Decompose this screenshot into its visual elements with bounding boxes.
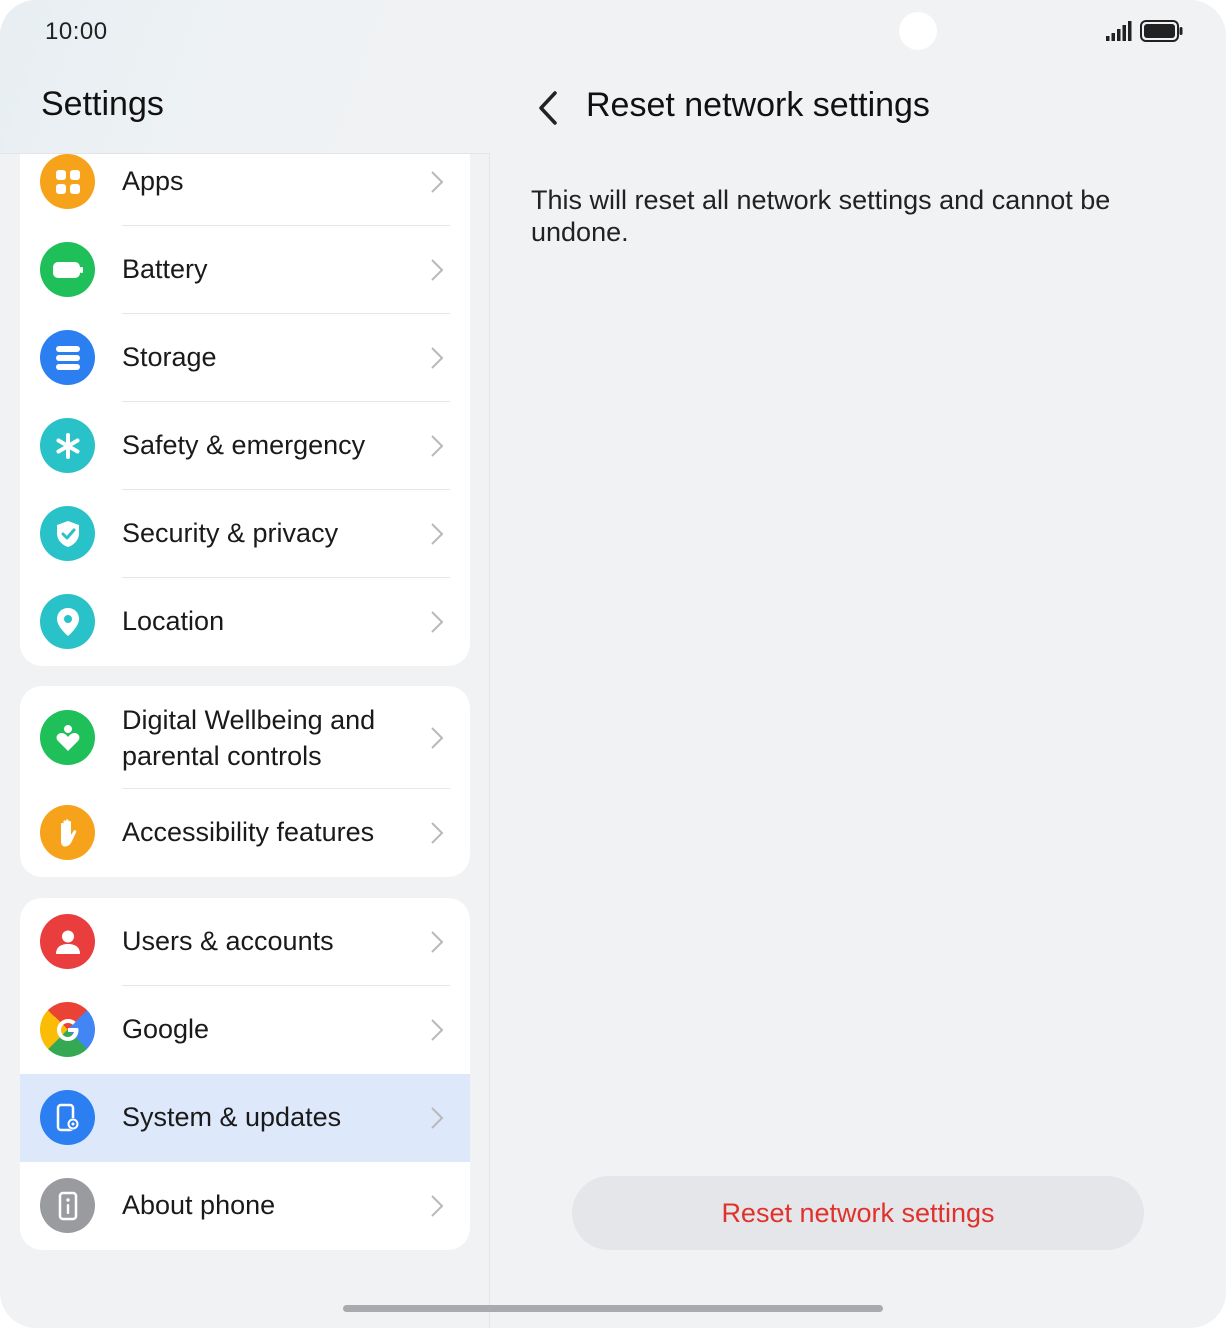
chevron-right-icon [431,822,444,844]
user-icon [40,914,95,969]
sidebar-item-label: About phone [122,1190,276,1220]
asterisk-icon [40,418,95,473]
chevron-right-icon [431,1019,444,1041]
settings-group-wellbeing: Digital Wellbeing and parental controls … [20,686,470,877]
status-time: 10:00 [45,18,108,45]
sidebar-item-label: Accessibility features [122,817,375,847]
settings-group-accounts: Users & accounts Google System & updates [20,898,470,1250]
sidebar-item-about-phone[interactable]: About phone [20,1162,470,1250]
sidebar-item-label: Digital Wellbeing and parental controls [122,705,376,771]
settings-group-device: Apps Battery Storage Safety & emergency … [20,154,470,666]
sidebar-item-storage[interactable]: Storage [20,314,470,402]
wellbeing-icon [40,710,95,765]
apps-icon [40,154,95,209]
chevron-right-icon [431,347,444,369]
sidebar-item-google[interactable]: Google [20,986,470,1074]
status-icons [1106,20,1184,42]
storage-icon [40,330,95,385]
hand-icon [40,805,95,860]
chevron-right-icon [431,259,444,281]
sidebar-item-location[interactable]: Location [20,578,470,666]
battery-status-icon [1140,20,1183,42]
home-indicator[interactable] [343,1305,883,1312]
sidebar-item-users-accounts[interactable]: Users & accounts [20,898,470,986]
sidebar-item-label: Users & accounts [122,926,334,956]
page-title: Settings [41,85,164,123]
chevron-right-icon [431,727,444,749]
sidebar-item-digital-wellbeing[interactable]: Digital Wellbeing and parental controls [20,686,470,789]
device-screen: 10:00 Settings Apps Battery Storage Safe… [0,0,1226,1328]
sidebar-item-system-updates[interactable]: System & updates [20,1074,470,1162]
sidebar-item-safety[interactable]: Safety & emergency [20,402,470,490]
detail-title: Reset network settings [586,86,930,124]
chevron-right-icon [431,1107,444,1129]
sidebar-item-label: Google [122,1014,210,1044]
phone-gear-icon [40,1090,95,1145]
sidebar-item-label: Battery [122,254,208,284]
chevron-right-icon [431,435,444,457]
reset-description: This will reset all network settings and… [531,185,1111,247]
sidebar-item-label: Apps [122,166,184,196]
sidebar-item-label: Safety & emergency [122,430,366,460]
sidebar-item-label: Location [122,606,225,636]
chevron-right-icon [431,171,444,193]
front-camera [899,12,937,50]
sidebar-item-label: Security & privacy [122,518,339,548]
sidebar-item-accessibility[interactable]: Accessibility features [20,789,470,877]
signal-icon [1106,21,1132,41]
shield-icon [40,506,95,561]
reset-network-settings-button[interactable]: Reset network settings [572,1176,1144,1250]
chevron-right-icon [431,611,444,633]
info-phone-icon [40,1178,95,1233]
sidebar-header: 10:00 Settings [0,0,490,154]
sidebar-item-battery[interactable]: Battery [20,226,470,314]
sidebar-item-security[interactable]: Security & privacy [20,490,470,578]
chevron-right-icon [431,931,444,953]
detail-pane: Reset network settings This will reset a… [491,0,1226,1328]
google-icon [40,1002,95,1057]
back-arrow-icon[interactable] [531,88,567,128]
sidebar-item-apps[interactable]: Apps [20,154,470,226]
chevron-right-icon [431,523,444,545]
location-pin-icon [40,594,95,649]
sidebar-item-label: Storage [122,342,217,372]
settings-sidebar: 10:00 Settings Apps Battery Storage Safe… [0,0,490,1328]
chevron-right-icon [431,1195,444,1217]
sidebar-item-label: System & updates [122,1102,342,1132]
battery-icon [40,242,95,297]
